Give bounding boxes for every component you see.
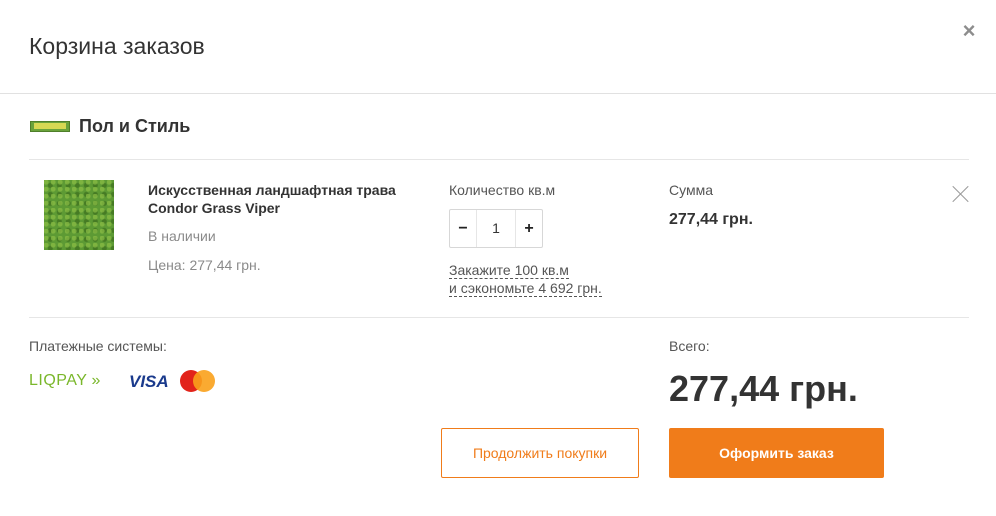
checkout-button[interactable]: Оформить заказ bbox=[669, 428, 884, 478]
divider bbox=[0, 93, 996, 94]
bulk-discount-link[interactable]: Закажите 100 кв.м и сэкономьте 4 692 грн… bbox=[449, 261, 602, 297]
quantity-label: Количество кв.м bbox=[449, 182, 556, 198]
mastercard-icon bbox=[180, 370, 216, 392]
payment-systems-label: Платежные системы: bbox=[29, 338, 167, 354]
sum-value: 277,44 грн. bbox=[669, 211, 753, 228]
divider bbox=[29, 159, 969, 160]
divider bbox=[29, 317, 969, 318]
promo-line-1[interactable]: Закажите 100 кв.м bbox=[449, 262, 569, 279]
close-icon[interactable]: × bbox=[960, 20, 978, 42]
cart-modal: Корзина заказов × Пол и Стиль Искусствен… bbox=[0, 0, 996, 516]
quantity-stepper: − 1 + bbox=[449, 209, 543, 248]
increase-button[interactable]: + bbox=[516, 210, 542, 247]
total-label: Всего: bbox=[669, 338, 710, 354]
visa-logo: VISA bbox=[129, 372, 169, 391]
quantity-input[interactable]: 1 bbox=[476, 210, 516, 247]
store-logo bbox=[30, 121, 70, 132]
liqpay-arrows-icon: » bbox=[91, 372, 101, 389]
modal-title: Корзина заказов bbox=[29, 33, 205, 59]
store-name: Пол и Стиль bbox=[79, 116, 191, 136]
unit-price: Цена: 277,44 грн. bbox=[148, 257, 261, 273]
product-image[interactable] bbox=[44, 180, 114, 250]
sum-label: Сумма bbox=[669, 182, 713, 198]
remove-item-icon[interactable] bbox=[952, 185, 970, 203]
continue-shopping-button[interactable]: Продолжить покупки bbox=[441, 428, 639, 478]
availability-status: В наличии bbox=[148, 228, 216, 244]
liqpay-text: LIQPAY bbox=[29, 372, 88, 389]
liqpay-logo: LIQPAY» bbox=[29, 372, 101, 390]
product-name[interactable]: Искусственная ландшафтная трава Condor G… bbox=[148, 181, 428, 217]
total-value: 277,44 грн. bbox=[669, 368, 858, 409]
decrease-button[interactable]: − bbox=[450, 210, 476, 247]
promo-line-2[interactable]: и сэкономьте 4 692 грн. bbox=[449, 280, 602, 297]
